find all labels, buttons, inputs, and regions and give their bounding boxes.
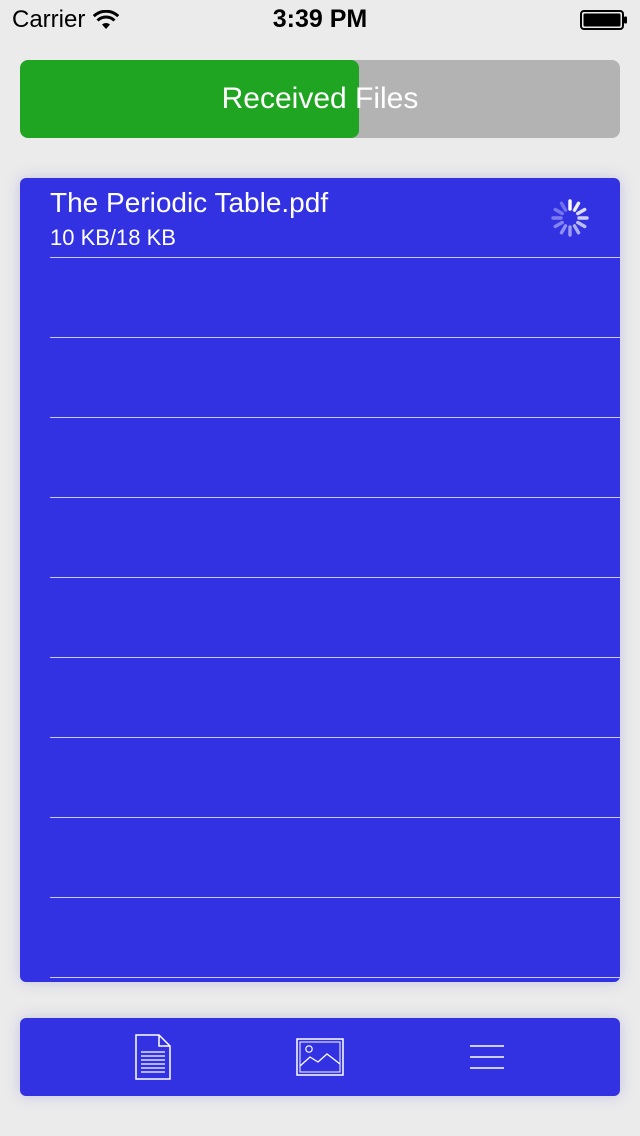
empty-row (50, 498, 620, 578)
images-button[interactable] (280, 1018, 360, 1096)
received-files-progress: Received Files (20, 60, 620, 138)
file-size: 10 KB/18 KB (50, 225, 176, 250)
menu-icon (470, 1045, 504, 1069)
empty-row (50, 338, 620, 418)
battery-icon (580, 10, 627, 30)
empty-row (50, 258, 620, 338)
empty-row (50, 418, 620, 498)
file-list[interactable]: The Periodic Table.pdf 10 KB/18 KB (20, 178, 620, 982)
empty-row (50, 738, 620, 818)
document-icon (135, 1034, 171, 1080)
empty-row (50, 818, 620, 898)
file-name: The Periodic Table.pdf (50, 187, 329, 218)
documents-button[interactable] (113, 1018, 193, 1096)
empty-row (50, 578, 620, 658)
clock: 3:39 PM (272, 5, 368, 33)
status-bar: Carrier 3:39 PM (0, 0, 640, 40)
empty-row (50, 898, 620, 978)
file-row[interactable]: The Periodic Table.pdf 10 KB/18 KB (50, 178, 620, 258)
empty-row (50, 658, 620, 738)
received-files-title: Received Files (221, 82, 419, 115)
bottom-toolbar (20, 1018, 620, 1096)
image-icon (296, 1038, 344, 1076)
spinner-icon (551, 199, 589, 237)
menu-button[interactable] (447, 1018, 527, 1096)
